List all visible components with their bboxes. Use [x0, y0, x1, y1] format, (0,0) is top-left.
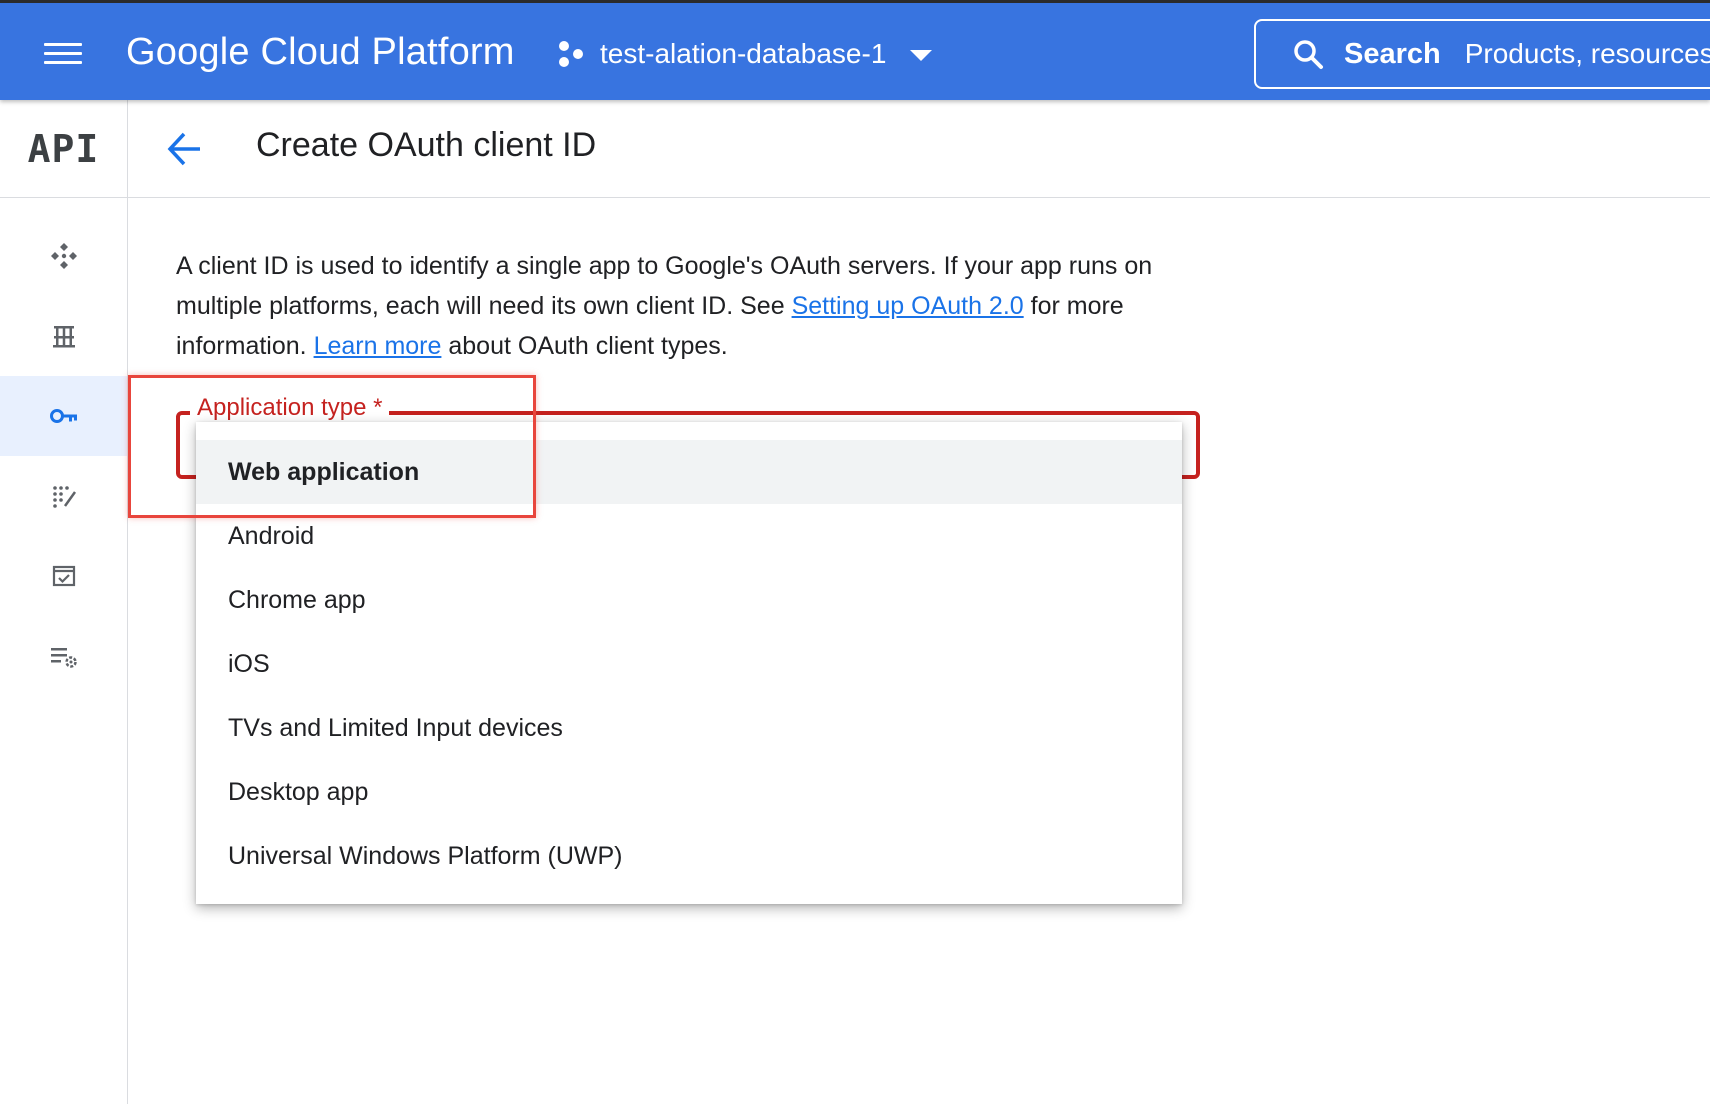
learn-more-link[interactable]: Learn more — [314, 332, 442, 360]
option-web-application[interactable]: Web application — [196, 440, 1182, 504]
search-label: Search — [1344, 37, 1441, 70]
domain-verification-icon — [52, 565, 75, 587]
intro-text: A client ID is used to identify a single… — [176, 246, 1216, 366]
page-title: Create OAuth client ID — [256, 126, 597, 164]
search-input[interactable]: Search Products, resources — [1254, 19, 1710, 89]
setting-up-oauth-link[interactable]: Setting up OAuth 2.0 — [792, 292, 1024, 320]
chevron-down-icon — [910, 49, 933, 61]
credentials-key-icon — [49, 409, 77, 423]
sidebar-item-domain-verification[interactable] — [0, 536, 127, 616]
intro-text-part3: about OAuth client types. — [441, 332, 728, 360]
page-header: Create OAuth client ID — [128, 100, 1710, 198]
search-placeholder: Products, resources — [1464, 38, 1710, 69]
sidebar-item-dashboard[interactable] — [0, 216, 127, 296]
side-nav: API — [0, 100, 128, 1104]
option-ios[interactable]: iOS — [196, 632, 1182, 696]
sidebar-item-credentials[interactable] — [0, 376, 127, 456]
option-chrome-app[interactable]: Chrome app — [196, 568, 1182, 632]
main-menu-icon[interactable] — [44, 41, 82, 67]
option-uwp[interactable]: Universal Windows Platform (UWP) — [196, 824, 1182, 888]
page-settings-icon — [50, 648, 77, 668]
option-tvs-limited-input[interactable]: TVs and Limited Input devices — [196, 696, 1182, 760]
option-desktop-app[interactable]: Desktop app — [196, 760, 1182, 824]
project-hexagon-icon — [559, 41, 583, 67]
sidebar-item-oauth-consent[interactable] — [0, 456, 127, 536]
application-type-menu: Web application Android Chrome app iOS T… — [196, 422, 1182, 904]
project-selector[interactable]: test-alation-database-1 — [556, 33, 933, 75]
sidebar-item-library[interactable] — [0, 296, 127, 376]
api-logo: API — [0, 100, 127, 198]
back-arrow-icon[interactable] — [164, 128, 206, 170]
search-icon — [1294, 40, 1323, 69]
library-icon — [52, 326, 75, 348]
dashboard-icon — [50, 243, 77, 269]
oauth-consent-icon — [52, 486, 76, 508]
application-type-label: Application type * — [190, 394, 390, 422]
project-name: test-alation-database-1 — [600, 38, 887, 69]
brand-title[interactable]: Google Cloud Platform — [126, 31, 515, 74]
sidebar-item-page-settings[interactable] — [0, 616, 127, 696]
top-app-bar: Google Cloud Platform test-alation-datab… — [0, 0, 1710, 100]
option-android[interactable]: Android — [196, 504, 1182, 568]
